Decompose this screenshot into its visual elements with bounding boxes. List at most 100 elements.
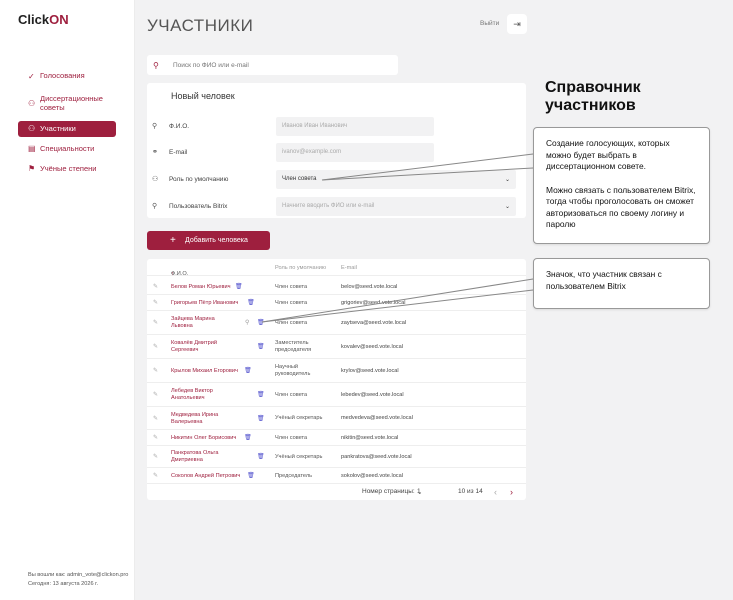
participant-name[interactable]: Белов Роман Юрьевич — [171, 284, 231, 291]
participant-email: lebedev@seed.vote.local — [341, 391, 404, 398]
participant-name-line1: Лебедев Виктор — [171, 388, 213, 394]
participant-name[interactable]: Панкратова Ольга Дмитриевна — [171, 450, 218, 464]
table-row[interactable]: ✎ Лебедев Виктор Анатольевич 🗑 Член совета le… — [147, 383, 526, 407]
exit-button[interactable]: ⇥ — [507, 14, 527, 34]
role-select[interactable]: Член совета ⌄ — [276, 169, 516, 189]
sidebar-item-label: Специальности — [40, 144, 95, 154]
annotation-text-1: Создание голосующих, которых можно будет… — [546, 138, 670, 171]
fio-field[interactable]: Иванов Иван Иванович — [276, 116, 434, 136]
group-icon: ⚇ — [152, 176, 159, 183]
email-field[interactable]: ivanov@example.com — [276, 142, 434, 162]
role-select-value: Член совета — [282, 176, 317, 182]
sidebar-item-participants[interactable]: ⚇ Участники — [18, 120, 116, 137]
delete-icon[interactable]: 🗑 — [244, 434, 252, 441]
participant-name[interactable]: Григорьев Пётр Иванович — [171, 300, 238, 307]
participant-name[interactable]: Лебедев Виктор Анатольевич — [171, 388, 213, 402]
login-value: admin_vote@clickon.pro — [67, 572, 129, 578]
table-row[interactable]: ✎ Соколов Андрей Петрович 🗑 Председатель sok… — [147, 468, 526, 484]
participant-name-line2: Анатольевич — [171, 395, 205, 401]
edit-icon[interactable]: ✎ — [153, 415, 158, 422]
edit-icon[interactable]: ✎ — [153, 453, 158, 460]
participant-role: Учёный секретарь — [275, 415, 322, 422]
logout-icon: ⇥ — [513, 18, 521, 29]
delete-icon[interactable]: 🗑 — [244, 367, 252, 374]
participant-email: pankratova@seed.vote.local — [341, 453, 412, 460]
session-info: Вы вошли как: admin_vote@clickon.pro Сег… — [28, 571, 128, 589]
page-label: Номер страницы: — [362, 488, 415, 495]
edit-icon[interactable]: ✎ — [153, 283, 158, 290]
column-header-email[interactable]: E-mail — [341, 265, 357, 271]
participant-name-line1: Медведева Ирина — [171, 411, 219, 418]
participant-name[interactable]: Зайцева Марина Львовна — [171, 316, 215, 330]
delete-icon[interactable]: 🗑 — [257, 343, 265, 350]
chevron-down-icon: ⌄ — [504, 176, 510, 183]
sidebar-nav: ✓ Голосования ⚇ Диссертационные советы ⚇… — [18, 68, 116, 181]
annotation-title: Справочник участников — [545, 79, 641, 114]
edit-icon[interactable]: ✎ — [153, 434, 158, 441]
column-header-role[interactable]: Роль по умолчанию — [275, 265, 326, 271]
table-row[interactable]: ✎ Григорьев Пётр Иванович 🗑 Член совета grig… — [147, 295, 526, 311]
logo[interactable]: ClickON — [18, 12, 69, 27]
sidebar-item-degrees[interactable]: ⚑ Учёные степени — [18, 161, 116, 177]
participant-name[interactable]: Никитин Олег Борисович — [171, 435, 236, 442]
exit-link[interactable]: Выйти — [480, 20, 499, 27]
edit-icon[interactable]: ✎ — [153, 343, 158, 350]
person-icon: ⚲ — [152, 203, 158, 210]
add-person-button[interactable]: + Добавить человека — [147, 231, 270, 250]
delete-icon[interactable]: 🗑 — [257, 319, 265, 326]
participant-name[interactable]: Ковалёв Дмитрий Сергеевич — [171, 340, 217, 354]
delete-icon[interactable]: 🗑 — [247, 472, 255, 479]
page-range: 10 из 14 — [458, 488, 483, 495]
table-row[interactable]: ✎ Панкратова Ольга Дмитриевна 🗑 Учёный секре… — [147, 446, 526, 468]
bitrix-select[interactable]: Начните вводить ФИО или e-mail ⌄ — [276, 196, 516, 216]
participant-role-line2: руководитель — [275, 371, 311, 377]
participant-email: zaytseva@seed.vote.local — [341, 319, 407, 326]
edit-icon[interactable]: ✎ — [153, 391, 158, 398]
delete-icon[interactable]: 🗑 — [257, 453, 265, 460]
email-label: E-mail — [169, 148, 188, 156]
table-row[interactable]: ✎ Крылов Михаил Егорович 🗑 Научный руководит… — [147, 359, 526, 383]
participant-name[interactable]: Медведева Ирина Валерьевна — [171, 412, 218, 426]
search-box: ⚲ — [147, 55, 398, 75]
participant-role: Член совета — [275, 320, 307, 327]
delete-icon[interactable]: 🗑 — [235, 283, 243, 290]
page-select[interactable]: 1 ⌄ — [417, 488, 422, 496]
participant-role-line1: Председатель — [275, 472, 313, 479]
participant-name-line1: Панкратова Ольга — [171, 450, 219, 456]
participant-role: Член совета — [275, 284, 307, 291]
sidebar-item-specialties[interactable]: ▤ Специальности — [18, 141, 116, 157]
participant-email: krylov@seed.vote.local — [341, 367, 399, 374]
participant-role-line1: Член совета — [275, 391, 308, 398]
sidebar-item-label: Учёные степени — [40, 164, 97, 174]
table-row[interactable]: ✎ Медведева Ирина Валерьевна 🗑 Учёный секрет… — [147, 407, 526, 430]
prev-page-button[interactable]: ‹ — [494, 487, 497, 497]
participant-email: nikitin@seed.vote.local — [341, 434, 399, 441]
edit-icon[interactable]: ✎ — [153, 319, 158, 326]
participant-name-line1: Зайцева Марина — [171, 316, 215, 322]
flag-icon: ⚑ — [28, 164, 36, 174]
sidebar-item-councils[interactable]: ⚇ Диссертационные советы — [18, 92, 116, 115]
delete-icon[interactable]: 🗑 — [257, 415, 265, 422]
table-row[interactable]: ✎ Никитин Олег Борисович 🗑 Член совета nikit… — [147, 430, 526, 446]
search-input[interactable] — [173, 61, 383, 69]
bitrix-row: ⚲ Пользователь Bitrix Начните вводить ФИ… — [147, 196, 526, 216]
role-label: Роль по умолчанию — [169, 175, 229, 183]
table-row[interactable]: ✎ Белов Роман Юрьевич 🗑 Член совета belov@se… — [147, 279, 526, 295]
annotation-callout-bitrix: Значок, что участник связан с пользовате… — [533, 258, 710, 309]
next-page-button[interactable]: › — [510, 487, 513, 497]
plus-icon: + — [170, 235, 176, 246]
delete-icon[interactable]: 🗑 — [257, 391, 265, 398]
sidebar-item-votes[interactable]: ✓ Голосования — [18, 68, 116, 84]
participant-name[interactable]: Соколов Андрей Петрович — [171, 473, 240, 480]
check-icon: ✓ — [28, 71, 35, 81]
table-row[interactable]: ✎ Зайцева Марина Львовна ⚲ 🗑 Член совета zayts… — [147, 311, 526, 335]
participant-email: belov@seed.vote.local — [341, 283, 398, 290]
edit-icon[interactable]: ✎ — [153, 367, 158, 374]
edit-icon[interactable]: ✎ — [153, 472, 158, 479]
edit-icon[interactable]: ✎ — [153, 299, 158, 306]
table-row[interactable]: ✎ Ковалёв Дмитрий Сергеевич 🗑 Заместитель пре… — [147, 335, 526, 359]
table-header: Ф.И.О. ↑ Роль по умолчанию E-mail — [147, 259, 526, 277]
participant-name[interactable]: Крылов Михаил Егорович — [171, 368, 238, 375]
delete-icon[interactable]: 🗑 — [247, 299, 255, 306]
participant-role-line1: Член совета — [275, 434, 308, 441]
